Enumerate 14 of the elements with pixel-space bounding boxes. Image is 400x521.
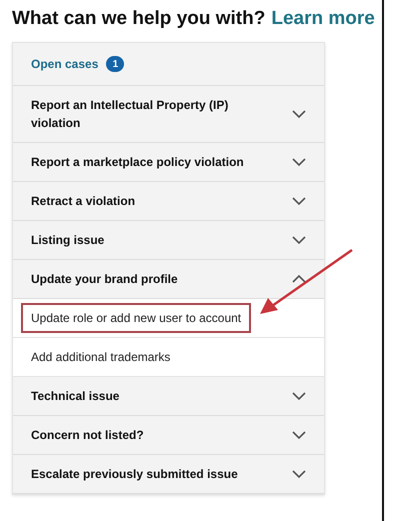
accordion-header[interactable]: Update your brand profile [13, 260, 324, 299]
page-heading: What can we help you with? [12, 8, 266, 30]
accordion-header[interactable]: Escalate previously submitted issue [13, 455, 324, 494]
count-badge: 1 [106, 56, 124, 72]
accordion-header[interactable]: Report an Intellectual Property (IP) violation [13, 86, 324, 143]
accordion-header[interactable]: Technical issue [13, 377, 324, 416]
accordion-header[interactable]: Report a marketplace policy violation [13, 143, 324, 182]
submenu-link[interactable]: Add additional trademarks [21, 342, 180, 372]
open-cases-label: Open cases [31, 57, 98, 71]
accordion-header[interactable]: Retract a violation [13, 182, 324, 221]
accordion-header[interactable]: Concern not listed? [13, 416, 324, 455]
accordion-header[interactable]: Listing issue [13, 221, 324, 260]
submenu-link[interactable]: Update role or add new user to account [21, 303, 252, 333]
learn-more-link[interactable]: Learn more [271, 8, 375, 30]
